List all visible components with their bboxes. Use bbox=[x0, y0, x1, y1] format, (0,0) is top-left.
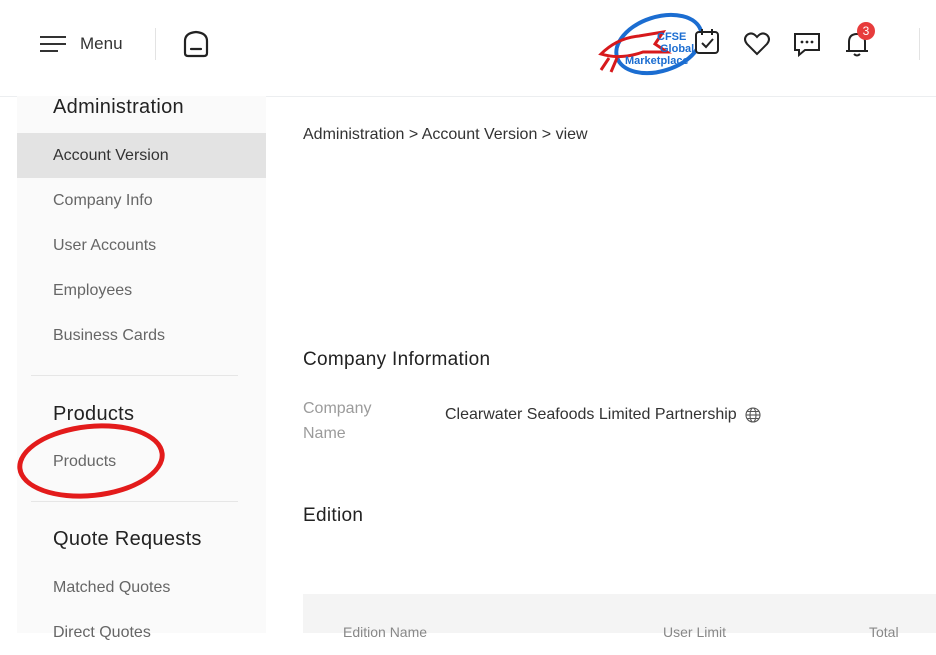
sidebar-item-company-info[interactable]: Company Info bbox=[17, 178, 266, 223]
logo-text-line2: Global bbox=[660, 43, 694, 55]
home-icon[interactable] bbox=[182, 29, 210, 59]
header-divider bbox=[155, 28, 156, 60]
sidebar-section-title-products: Products bbox=[53, 403, 135, 425]
menu-label: Menu bbox=[80, 34, 123, 53]
hamburger-icon bbox=[40, 36, 66, 52]
sidebar-section-title-administration: Administration bbox=[53, 96, 184, 118]
chat-icon[interactable] bbox=[792, 29, 822, 59]
calendar-check-icon[interactable] bbox=[692, 26, 722, 56]
sidebar-item-employees[interactable]: Employees bbox=[17, 268, 266, 313]
breadcrumb: Administration > Account Version > view bbox=[303, 126, 588, 143]
edition-table-header: Edition Name User Limit Total bbox=[303, 594, 936, 640]
top-navigation-bar: Menu CFSE Global Marketplace 3 bbox=[0, 0, 936, 97]
edition-heading: Edition bbox=[303, 505, 364, 526]
sidebar-item-matched-quotes[interactable]: Matched Quotes bbox=[17, 565, 266, 610]
sidebar-section-title-quote-requests: Quote Requests bbox=[53, 528, 202, 550]
menu-button[interactable]: Menu bbox=[40, 30, 123, 58]
table-header-edition-name[interactable]: Edition Name bbox=[343, 624, 427, 640]
heart-icon[interactable] bbox=[742, 29, 772, 59]
globe-icon[interactable] bbox=[745, 407, 761, 423]
sidebar: Administration Account Version Company I… bbox=[17, 96, 266, 641]
logo-text-line1: CFSE bbox=[657, 31, 686, 43]
company-name-field: Clearwater Seafoods Limited Partnership bbox=[445, 406, 761, 424]
notification-badge: 3 bbox=[857, 22, 875, 40]
sidebar-item-user-accounts[interactable]: User Accounts bbox=[17, 223, 266, 268]
company-name-value: Clearwater Seafoods Limited Partnership bbox=[445, 406, 737, 423]
cfse-global-marketplace-logo[interactable]: CFSE Global Marketplace bbox=[597, 8, 707, 82]
company-information-heading: Company Information bbox=[303, 349, 491, 370]
sidebar-divider bbox=[31, 501, 238, 502]
logo-text-line3: Marketplace bbox=[625, 55, 689, 67]
table-header-total[interactable]: Total bbox=[869, 624, 899, 640]
table-header-user-limit[interactable]: User Limit bbox=[663, 624, 726, 640]
sidebar-divider bbox=[31, 375, 238, 376]
sidebar-item-business-cards[interactable]: Business Cards bbox=[17, 313, 266, 358]
company-name-label: Company Name bbox=[303, 400, 372, 442]
sidebar-item-account-version[interactable]: Account Version bbox=[17, 133, 266, 178]
sidebar-item-products[interactable]: Products bbox=[17, 439, 266, 484]
header-divider-right bbox=[919, 28, 920, 60]
